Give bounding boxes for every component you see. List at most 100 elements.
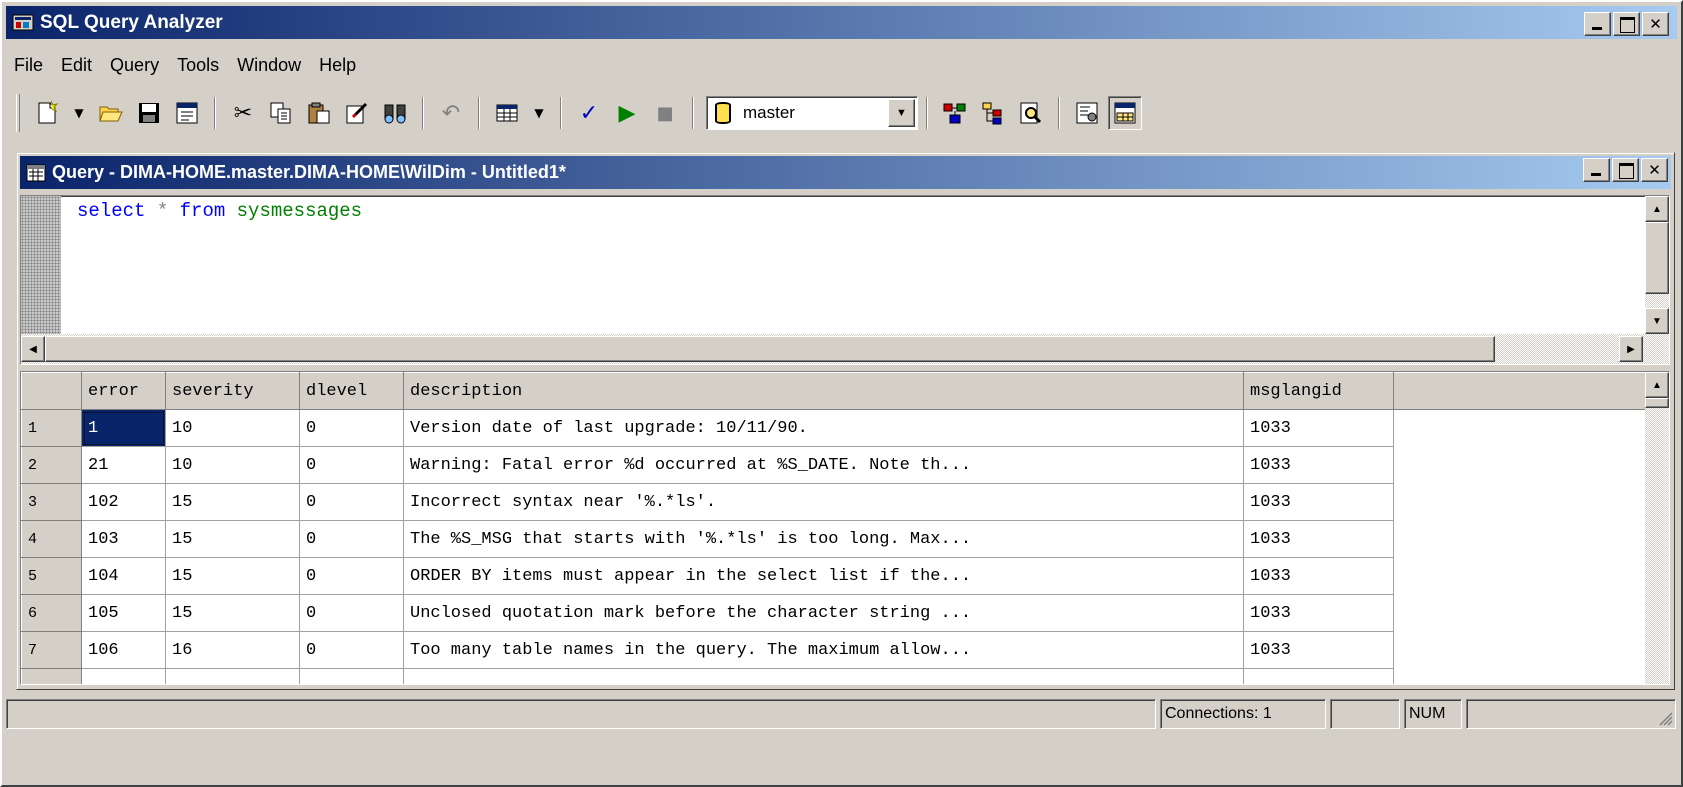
column-header-severity[interactable]: severity: [165, 372, 300, 410]
app-title-bar[interactable]: SQL Query Analyzer: [6, 6, 1677, 39]
open-folder-icon[interactable]: [94, 96, 128, 130]
menu-edit[interactable]: Edit: [53, 53, 102, 78]
cell-error[interactable]: 105: [81, 594, 166, 632]
menu-help[interactable]: Help: [311, 53, 366, 78]
sql-editor[interactable]: select * from sysmessages ▲ ▼ ◀ ▶: [20, 195, 1670, 365]
menu-window[interactable]: Window: [229, 53, 311, 78]
paste-icon[interactable]: [302, 96, 336, 130]
menu-query[interactable]: Query: [102, 53, 169, 78]
minimize-button[interactable]: [1584, 12, 1611, 36]
cell-error[interactable]: 106: [81, 631, 166, 669]
database-select[interactable]: master ▼: [706, 96, 918, 130]
editor-hscroll-thumb[interactable]: [45, 336, 1495, 362]
column-header-msglangid[interactable]: msglangid: [1243, 372, 1394, 410]
query-close-button[interactable]: ✕: [1641, 158, 1668, 182]
cell-severity[interactable]: 10: [165, 446, 300, 484]
table-row[interactable]: 5 104 15 0 ORDER BY items must appear in…: [21, 557, 1654, 595]
cell-msglangid[interactable]: 1033: [1243, 409, 1394, 447]
close-button[interactable]: ✕: [1642, 12, 1669, 36]
cell-description[interactable]: Incorrect syntax near '%.*ls'.: [403, 483, 1244, 521]
load-script-icon[interactable]: [170, 96, 204, 130]
cell-msglangid[interactable]: 1033: [1243, 520, 1394, 558]
table-row[interactable]: 6 105 15 0 Unclosed quotation mark befor…: [21, 594, 1654, 632]
cell-msglangid[interactable]: 1033: [1243, 557, 1394, 595]
query-window-title-bar[interactable]: Query - DIMA-HOME.master.DIMA-HOME\WilDi…: [20, 156, 1671, 189]
dropdown-arrow-icon[interactable]: ▼: [68, 96, 90, 130]
properties-icon[interactable]: [1070, 96, 1104, 130]
cut-icon[interactable]: ✂: [226, 96, 260, 130]
table-row[interactable]: 4 103 15 0 The %S_MSG that starts with '…: [21, 520, 1654, 558]
row-number[interactable]: 5: [21, 557, 82, 595]
find-icon[interactable]: [378, 96, 412, 130]
new-query-icon[interactable]: [30, 96, 64, 130]
cell-description[interactable]: Unclosed quotation mark before the chara…: [403, 594, 1244, 632]
cell-dlevel[interactable]: 0: [299, 446, 404, 484]
row-number[interactable]: 7: [21, 631, 82, 669]
query-minimize-button[interactable]: [1583, 158, 1610, 182]
dropdown-arrow-icon[interactable]: ▼: [528, 96, 550, 130]
row-number[interactable]: 4: [21, 520, 82, 558]
clear-window-icon[interactable]: [340, 96, 374, 130]
cell-severity[interactable]: 15: [165, 557, 300, 595]
cell-msglangid[interactable]: 1033: [1243, 631, 1394, 669]
scroll-left-arrow-icon[interactable]: ◀: [21, 336, 45, 362]
cell-error[interactable]: 21: [81, 446, 166, 484]
table-row-partial[interactable]: [21, 668, 1654, 684]
cell-dlevel[interactable]: 0: [299, 594, 404, 632]
cell-msglangid[interactable]: 1033: [1243, 594, 1394, 632]
cell-description[interactable]: The %S_MSG that starts with '%.*ls' is t…: [403, 520, 1244, 558]
row-number[interactable]: 3: [21, 483, 82, 521]
column-header-error[interactable]: error: [81, 372, 166, 410]
cell-severity[interactable]: 15: [165, 594, 300, 632]
table-row[interactable]: 2 21 10 0 Warning: Fatal error %d occurr…: [21, 446, 1654, 484]
corner-header[interactable]: [21, 372, 82, 410]
cell-msglangid[interactable]: 1033: [1243, 446, 1394, 484]
row-number[interactable]: 1: [21, 409, 82, 447]
table-row[interactable]: 1 1 10 0 Version date of last upgrade: 1…: [21, 409, 1654, 447]
cell-severity[interactable]: 15: [165, 520, 300, 558]
cell-error[interactable]: 104: [81, 557, 166, 595]
scroll-up-arrow-icon[interactable]: ▲: [1645, 372, 1669, 398]
cell-description[interactable]: Version date of last upgrade: 10/11/90.: [403, 409, 1244, 447]
grid-vertical-scrollbar[interactable]: ▲: [1645, 372, 1669, 684]
scroll-right-arrow-icon[interactable]: ▶: [1619, 336, 1643, 362]
sql-code-line[interactable]: select * from sysmessages: [77, 200, 362, 222]
editor-horizontal-scrollbar[interactable]: ◀ ▶: [21, 334, 1669, 364]
cell-dlevel[interactable]: [299, 668, 404, 684]
cell-severity[interactable]: 15: [165, 483, 300, 521]
cell-severity[interactable]: 10: [165, 409, 300, 447]
row-number[interactable]: 2: [21, 446, 82, 484]
cell-error[interactable]: 103: [81, 520, 166, 558]
scroll-down-arrow-icon[interactable]: ▼: [1645, 308, 1669, 334]
execute-play-icon[interactable]: ▶: [610, 96, 644, 130]
object-browser-icon[interactable]: [976, 96, 1010, 130]
table-row[interactable]: 3 102 15 0 Incorrect syntax near '%.*ls'…: [21, 483, 1654, 521]
search-object-icon[interactable]: [1014, 96, 1048, 130]
cell-description[interactable]: [403, 668, 1244, 684]
cell-error[interactable]: [81, 668, 166, 684]
results-mode-icon[interactable]: [490, 96, 524, 130]
display-plan-icon[interactable]: [938, 96, 972, 130]
cancel-stop-icon[interactable]: ■: [648, 96, 682, 130]
cell-msglangid[interactable]: 1033: [1243, 483, 1394, 521]
copy-icon[interactable]: [264, 96, 298, 130]
parse-check-icon[interactable]: ✓: [572, 96, 606, 130]
column-header-description[interactable]: description: [403, 372, 1244, 410]
row-number[interactable]: [21, 668, 82, 684]
chevron-down-icon[interactable]: ▼: [888, 99, 915, 127]
cell-dlevel[interactable]: 0: [299, 557, 404, 595]
query-maximize-button[interactable]: [1612, 158, 1639, 182]
results-grid[interactable]: error severity dlevel description msglan…: [20, 371, 1670, 685]
scroll-up-arrow-icon[interactable]: ▲: [1645, 196, 1669, 222]
cell-description[interactable]: Too many table names in the query. The m…: [403, 631, 1244, 669]
row-number[interactable]: 6: [21, 594, 82, 632]
column-header-dlevel[interactable]: dlevel: [299, 372, 404, 410]
cell-error[interactable]: 1: [81, 409, 166, 447]
editor-vscroll-thumb[interactable]: [1645, 222, 1669, 294]
cell-description[interactable]: ORDER BY items must appear in the select…: [403, 557, 1244, 595]
resize-grip-icon[interactable]: [1657, 710, 1673, 726]
menu-tools[interactable]: Tools: [169, 53, 229, 78]
cell-description[interactable]: Warning: Fatal error %d occurred at %S_D…: [403, 446, 1244, 484]
cell-dlevel[interactable]: 0: [299, 520, 404, 558]
save-icon[interactable]: [132, 96, 166, 130]
